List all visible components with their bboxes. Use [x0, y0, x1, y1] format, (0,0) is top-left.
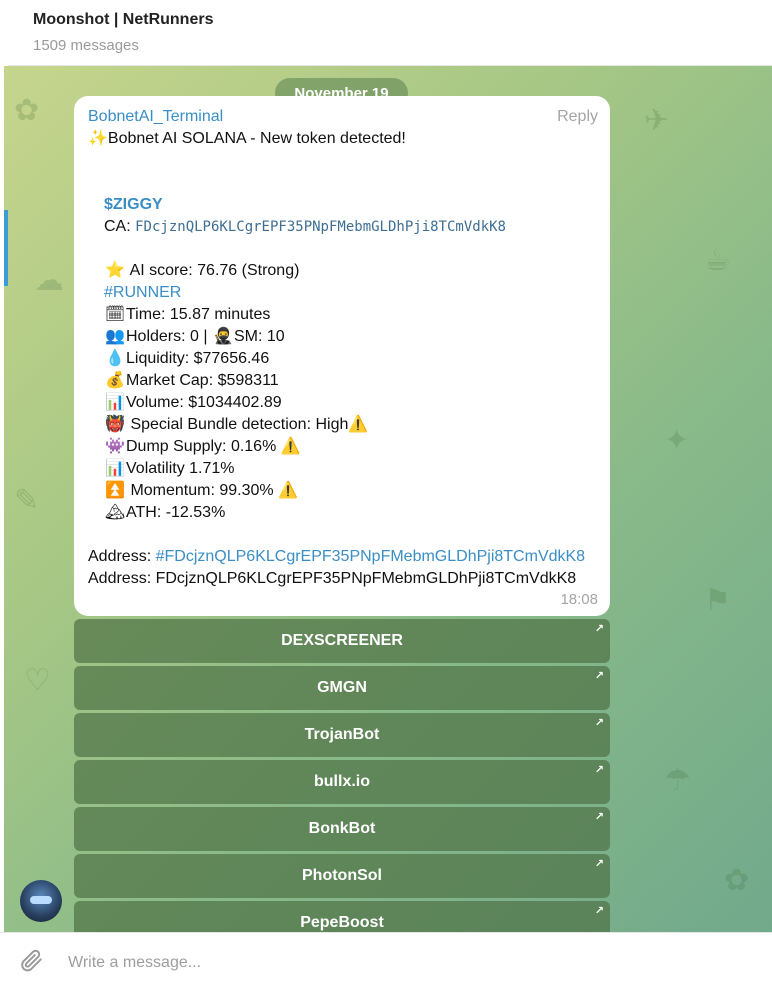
reply-button[interactable]: Reply — [557, 108, 598, 126]
avatar-visor — [30, 896, 52, 904]
time-text: Time: 15.87 minutes — [126, 306, 271, 323]
warning-icon: ⚠️ — [278, 482, 299, 499]
holders-line: 👥Holders: 0 | 🥷SM: 10 — [104, 326, 285, 348]
button-label: DEXSCREENER — [281, 632, 403, 649]
momentum-text: Momentum: 99.30% — [130, 482, 274, 499]
button-label: TrojanBot — [304, 726, 380, 743]
bundle-line: 👹 Special Bundle detection: High⚠️ — [104, 414, 368, 436]
address-plain: FDcjznQLP6KLCgrEPF35PNpFMebmGLDhPji8TCmV… — [155, 570, 577, 587]
sender-avatar[interactable] — [20, 880, 62, 922]
address-hashtag-link[interactable]: #FDcjznQLP6KLCgrEPF35PNpFMebmGLDhPji8TCm… — [156, 548, 585, 565]
address-hashtag-line: Address: #FDcjznQLP6KLCgrEPF35PNpFMebmGL… — [88, 546, 585, 568]
photonsol-button[interactable]: PhotonSol ↗ — [74, 854, 610, 898]
button-label: PhotonSol — [302, 867, 382, 884]
chat-title[interactable]: Moonshot | NetRunners — [33, 11, 213, 29]
button-label: GMGN — [317, 679, 367, 696]
headline-line: ✨Bobnet AI SOLANA - New token detected! — [88, 128, 406, 150]
external-link-icon: ↗ — [594, 670, 604, 682]
fast-up-icon: ⏫ — [105, 482, 125, 499]
pepeboost-button[interactable]: PepeBoost ↗ — [74, 901, 610, 932]
volatility-text: Volatility 1.71% — [126, 460, 235, 477]
ogre-icon: 👹 — [105, 416, 125, 433]
sm-text: SM: 10 — [233, 328, 285, 345]
external-link-icon: ↗ — [594, 764, 604, 776]
volume-line: 📊Volume: $1034402.89 — [104, 392, 282, 414]
address-label: Address: — [88, 570, 152, 587]
warning-icon: ⚠️ — [280, 438, 301, 455]
mountain-icon: 🏔 — [104, 504, 126, 521]
background-doodle: ⚑ — [704, 584, 731, 617]
message-composer — [0, 932, 772, 989]
ai-score-line: ⭐ AI score: 76.76 (Strong) — [104, 260, 299, 282]
background-doodle: ☂ — [664, 764, 691, 797]
runner-tag-line[interactable]: #RUNNER — [104, 282, 181, 304]
bar-chart-icon: 📊 — [105, 394, 125, 411]
background-doodle: ✿ — [724, 864, 750, 897]
chat-history[interactable]: ✿ ☁ ✎ ♡ ✈ ☕ ✦ ⚑ ☂ ✿ November 19 BobnetAI… — [4, 66, 772, 932]
time-line: 🗓Time: 15.87 minutes — [104, 304, 271, 326]
trojanbot-button[interactable]: TrojanBot ↗ — [74, 713, 610, 757]
attach-icon[interactable] — [18, 947, 44, 973]
bullx-button[interactable]: bullx.io ↗ — [74, 760, 610, 804]
volatility-line: 📊Volatility 1.71% — [104, 458, 235, 480]
dexscreener-button[interactable]: DEXSCREENER ↗ — [74, 619, 610, 663]
ca-line: CA: FDcjznQLP6KLCgrEPF35PNpFMebmGLDhPji8… — [104, 216, 506, 238]
background-doodle: ✿ — [14, 94, 40, 127]
warning-icon: ⚠️ — [348, 416, 369, 433]
external-link-icon: ↗ — [594, 905, 604, 917]
liquidity-line: 💧Liquidity: $77656.46 — [104, 348, 269, 370]
droplet-icon: 💧 — [105, 350, 125, 367]
message-input[interactable] — [66, 951, 710, 975]
background-doodle: ♡ — [24, 664, 51, 697]
ai-score-text: AI score: 76.76 (Strong) — [129, 262, 300, 279]
ath-text: ATH: -12.53% — [126, 504, 226, 521]
ca-label: CA: — [104, 218, 131, 235]
bundle-text: Special Bundle detection: High — [130, 416, 349, 433]
dump-text: Dump Supply: 0.16% — [126, 438, 277, 455]
sender-name[interactable]: BobnetAI_Terminal — [88, 108, 223, 126]
dump-line: 👾Dump Supply: 0.16% ⚠️ — [104, 436, 301, 458]
address-label: Address: — [88, 548, 152, 565]
background-doodle: ✦ — [664, 424, 690, 457]
address-plain-line: Address: FDcjznQLP6KLCgrEPF35PNpFMebmGLD… — [88, 568, 576, 590]
external-link-icon: ↗ — [594, 811, 604, 823]
liquidity-text: Liquidity: $77656.46 — [126, 350, 270, 367]
ath-line: 🏔ATH: -12.53% — [104, 502, 225, 524]
button-label: bullx.io — [314, 773, 370, 790]
chat-header[interactable]: Moonshot | NetRunners 1509 messages — [0, 0, 772, 66]
sidebar-selection-marker — [4, 210, 8, 286]
runner-hashtag[interactable]: #RUNNER — [104, 284, 181, 301]
ca-code[interactable]: FDcjznQLP6KLCgrEPF35PNpFMebmGLDhPji8TCmV… — [135, 219, 506, 235]
button-label: BonkBot — [308, 820, 376, 837]
ninja-icon: 🥷 — [213, 328, 233, 345]
external-link-icon: ↗ — [594, 858, 604, 870]
message-time: 18:08 — [560, 591, 598, 608]
marketcap-line: 💰Market Cap: $598311 — [104, 370, 279, 392]
external-link-icon: ↗ — [594, 623, 604, 635]
marketcap-text: Market Cap: $598311 — [126, 372, 279, 389]
volume-text: Volume: $1034402.89 — [126, 394, 282, 411]
background-doodle: ✎ — [14, 484, 40, 517]
calendar-icon: 🗓 — [104, 306, 126, 323]
ticker-link[interactable]: $ZIGGY — [104, 196, 163, 213]
star-icon: ⭐ — [105, 262, 125, 279]
bonkbot-button[interactable]: BonkBot ↗ — [74, 807, 610, 851]
headline-text: Bobnet AI SOLANA - New token detected! — [107, 130, 406, 147]
background-doodle: ☁ — [34, 264, 64, 297]
ticker-line[interactable]: $ZIGGY — [104, 194, 163, 216]
people-icon: 👥 — [105, 328, 125, 345]
gmgn-button[interactable]: GMGN ↗ — [74, 666, 610, 710]
momentum-line: ⏫ Momentum: 99.30% ⚠️ — [104, 480, 298, 502]
external-link-icon: ↗ — [594, 717, 604, 729]
bar-chart-icon: 📊 — [105, 460, 125, 477]
background-doodle: ✈ — [644, 104, 670, 137]
sparkles-icon: ✨ — [88, 130, 108, 147]
money-bag-icon: 💰 — [105, 372, 125, 389]
alien-monster-icon: 👾 — [105, 438, 125, 455]
message-bubble[interactable]: BobnetAI_Terminal Reply ✨Bobnet AI SOLAN… — [74, 96, 610, 616]
button-label: PepeBoost — [300, 914, 384, 931]
message-count: 1509 messages — [33, 37, 139, 54]
holders-text: Holders: 0 | — [126, 328, 208, 345]
background-doodle: ☕ — [704, 244, 731, 277]
